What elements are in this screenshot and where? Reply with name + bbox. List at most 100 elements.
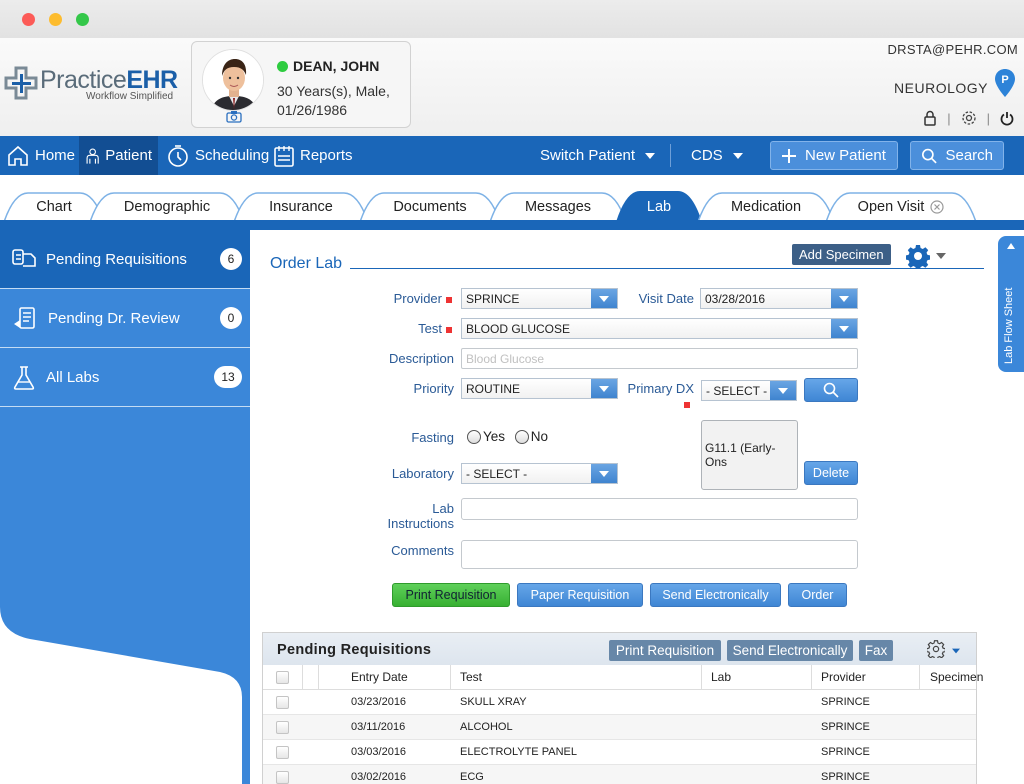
description-input[interactable]: Blood Glucose [461,348,858,369]
nav-scheduling[interactable]: Scheduling [160,136,275,175]
row-entry-date: 03/23/2016 [351,696,407,708]
cds-label: CDS [691,147,723,164]
table-row[interactable]: 03/11/2016 ALCOHOL SPRINCE [263,715,976,740]
column-divider [811,665,812,690]
selected-dx-item[interactable]: G11.1 (Early-Ons [705,441,797,469]
order-lab-title: Order Lab [270,255,343,272]
patient-name: DEAN, JOHN [293,58,380,74]
priority-value: ROUTINE [466,381,520,396]
nav-home[interactable]: Home [0,136,81,175]
description-label: Description [388,351,454,366]
tab-open-visit[interactable]: Open Visit [826,191,976,222]
select-all-checkbox[interactable] [276,671,289,684]
column-divider [318,665,319,690]
row-checkbox[interactable] [276,771,289,784]
maximize-window-button[interactable] [76,13,89,26]
selected-dx-list[interactable]: G11.1 (Early-Ons [701,420,798,490]
order-button[interactable]: Order [788,583,847,607]
nav-reports[interactable]: Reports [267,136,359,175]
comments-input[interactable] [461,540,858,569]
row-test: ALCOHOL [460,721,513,733]
plus-icon [782,148,796,163]
sidebar-item-all-labs[interactable]: All Labs 13 [0,348,250,406]
column-specimen[interactable]: Specimen [930,670,983,684]
print-requisition-button[interactable]: Print Requisition [392,583,510,607]
tab-underline [0,220,1024,230]
switch-patient-dropdown[interactable]: Switch Patient [540,136,656,175]
column-lab[interactable]: Lab [711,670,731,684]
pending-gear-icon[interactable] [927,640,945,658]
chevron-down-icon [831,319,857,338]
row-checkbox[interactable] [276,696,289,709]
cds-dropdown[interactable]: CDS [691,136,743,175]
logo-tagline: Workflow Simplified [86,91,174,102]
chart-tabs: Chart Demographic Insurance Documents Me… [0,175,1024,222]
delete-button[interactable]: Delete [804,461,858,485]
nav-patient[interactable]: Patient [79,136,158,175]
patient-demographics: 30 Years(s), Male, [277,83,390,99]
user-email[interactable]: DRSTA@PEHR.COM [887,42,1018,57]
required-marker [684,402,690,408]
pending-title: Pending Requisitions [277,642,432,658]
camera-icon[interactable] [226,110,242,123]
app-window: PracticeEHR Workflow Simplified DEAN, JO… [0,0,1024,784]
add-specimen-button[interactable]: Add Specimen [792,244,891,265]
power-icon[interactable] [1000,111,1014,126]
minimize-window-button[interactable] [49,13,62,26]
close-window-button[interactable] [22,13,35,26]
tab-documents[interactable]: Documents [360,191,500,222]
visit-date-select[interactable]: 03/28/2016 [700,288,858,309]
tab-demographic[interactable]: Demographic [90,191,244,222]
new-patient-button[interactable]: New Patient [770,141,898,170]
sidebar-item-pending-requisitions[interactable]: Pending Requisitions 6 [0,230,250,288]
row-checkbox[interactable] [276,721,289,734]
dx-search-button[interactable] [804,378,858,402]
primary-dx-label: Primary DX [627,381,694,396]
pending-table-header: Entry Date Test Lab Provider Specimen [263,665,983,690]
table-row[interactable]: 03/03/2016 ELECTROLYTE PANEL SPRINCE [263,740,976,765]
search-button[interactable]: Search [910,141,1004,170]
test-select[interactable]: BLOOD GLUCOSE [461,318,858,339]
settings-gear-icon[interactable] [961,110,977,126]
close-tab-icon[interactable] [930,199,944,214]
table-row[interactable]: 03/02/2016 ECG SPRINCE [263,765,976,784]
row-entry-date: 03/11/2016 [351,721,406,733]
pending-requisitions-panel: Pending Requisitions Print Requisition S… [262,632,983,784]
laboratory-label: Laboratory [391,466,454,481]
fasting-yes-radio[interactable] [467,430,481,445]
lab-instructions-input[interactable] [461,498,858,520]
lab-flow-sheet-tab[interactable]: Lab Flow Sheet [998,236,1024,372]
column-test[interactable]: Test [460,670,482,684]
tab-lab[interactable]: Lab [616,191,702,222]
order-settings-menu[interactable] [906,244,946,268]
patient-dob: 01/26/1986 [277,102,348,118]
tab-medication[interactable]: Medication [698,191,834,222]
send-electronically-button[interactable]: Send Electronically [650,583,781,607]
pending-send-electronically-button[interactable]: Send Electronically [727,640,853,661]
lock-icon[interactable] [923,110,937,126]
patient-avatar [202,49,264,111]
caret-down-icon[interactable] [952,648,960,654]
column-entry-date[interactable]: Entry Date [351,670,408,684]
pending-fax-button[interactable]: Fax [859,640,893,661]
row-test: ELECTROLYTE PANEL [460,746,577,758]
caret-down-icon [936,253,946,259]
table-row[interactable]: 03/23/2016 SKULL XRAY SPRINCE [263,690,976,715]
primary-dx-select[interactable]: - SELECT - [701,380,797,401]
department-label[interactable]: NEUROLOGY [894,80,988,96]
laboratory-select[interactable]: - SELECT - [461,463,618,484]
tab-chart-label: Chart [36,198,72,215]
pending-print-requisition-button[interactable]: Print Requisition [609,640,721,661]
paper-requisition-button[interactable]: Paper Requisition [517,583,643,607]
row-checkbox[interactable] [276,746,289,759]
priority-select[interactable]: ROUTINE [461,378,618,399]
fasting-no-radio[interactable] [514,430,529,445]
nav-home-label: Home [35,147,76,164]
tab-messages[interactable]: Messages [490,191,626,222]
provider-select[interactable]: SPRINCE [461,288,618,309]
tab-chart[interactable]: Chart [4,191,104,222]
sidebar-item-pending-dr-review[interactable]: Pending Dr. Review 0 [0,289,250,347]
column-provider[interactable]: Provider [821,670,866,684]
location-pin-icon[interactable]: P [994,68,1016,98]
tab-insurance[interactable]: Insurance [234,191,368,222]
